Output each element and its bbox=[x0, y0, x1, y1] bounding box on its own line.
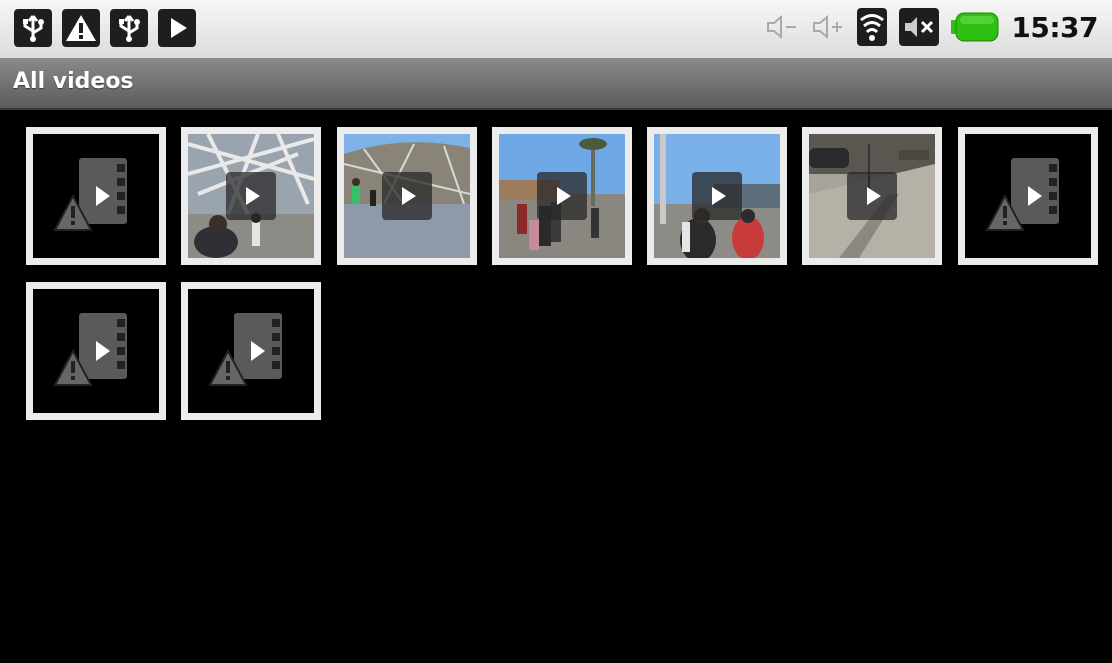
action-bar: All videos bbox=[0, 58, 1112, 110]
video-thumbnail-error[interactable] bbox=[958, 127, 1098, 265]
page-title: All videos bbox=[13, 69, 134, 94]
system-icons: 15:37 bbox=[765, 8, 1098, 46]
usb-icon[interactable] bbox=[14, 9, 52, 47]
video-thumbnail[interactable] bbox=[647, 127, 787, 265]
broken-video-icon bbox=[208, 313, 282, 386]
clock: 15:37 bbox=[1011, 10, 1098, 44]
broken-video-icon bbox=[985, 158, 1059, 231]
volume-down-icon bbox=[767, 14, 797, 40]
video-thumbnail-error[interactable] bbox=[26, 127, 166, 265]
video-thumbnail-error[interactable] bbox=[181, 282, 321, 420]
warning-icon[interactable] bbox=[62, 9, 100, 47]
video-thumbnail[interactable] bbox=[337, 127, 477, 265]
wifi-icon bbox=[857, 8, 888, 46]
play-icon bbox=[692, 172, 742, 220]
mute-icon bbox=[899, 8, 940, 46]
usb-icon[interactable] bbox=[110, 9, 148, 47]
play-store-icon[interactable] bbox=[158, 9, 196, 47]
broken-video-icon bbox=[53, 158, 127, 231]
video-thumbnail[interactable] bbox=[492, 127, 632, 265]
play-icon bbox=[226, 172, 276, 220]
play-icon bbox=[847, 172, 897, 220]
video-thumbnail-error[interactable] bbox=[26, 282, 166, 420]
play-icon bbox=[382, 172, 432, 220]
volume-up-icon bbox=[813, 14, 843, 40]
status-bar: 15:37 bbox=[0, 0, 1112, 58]
video-thumbnail[interactable] bbox=[181, 127, 321, 265]
broken-video-icon bbox=[53, 313, 127, 386]
video-thumbnail[interactable] bbox=[802, 127, 942, 265]
notification-icons bbox=[14, 9, 196, 47]
battery-icon bbox=[951, 12, 999, 42]
play-icon bbox=[537, 172, 587, 220]
